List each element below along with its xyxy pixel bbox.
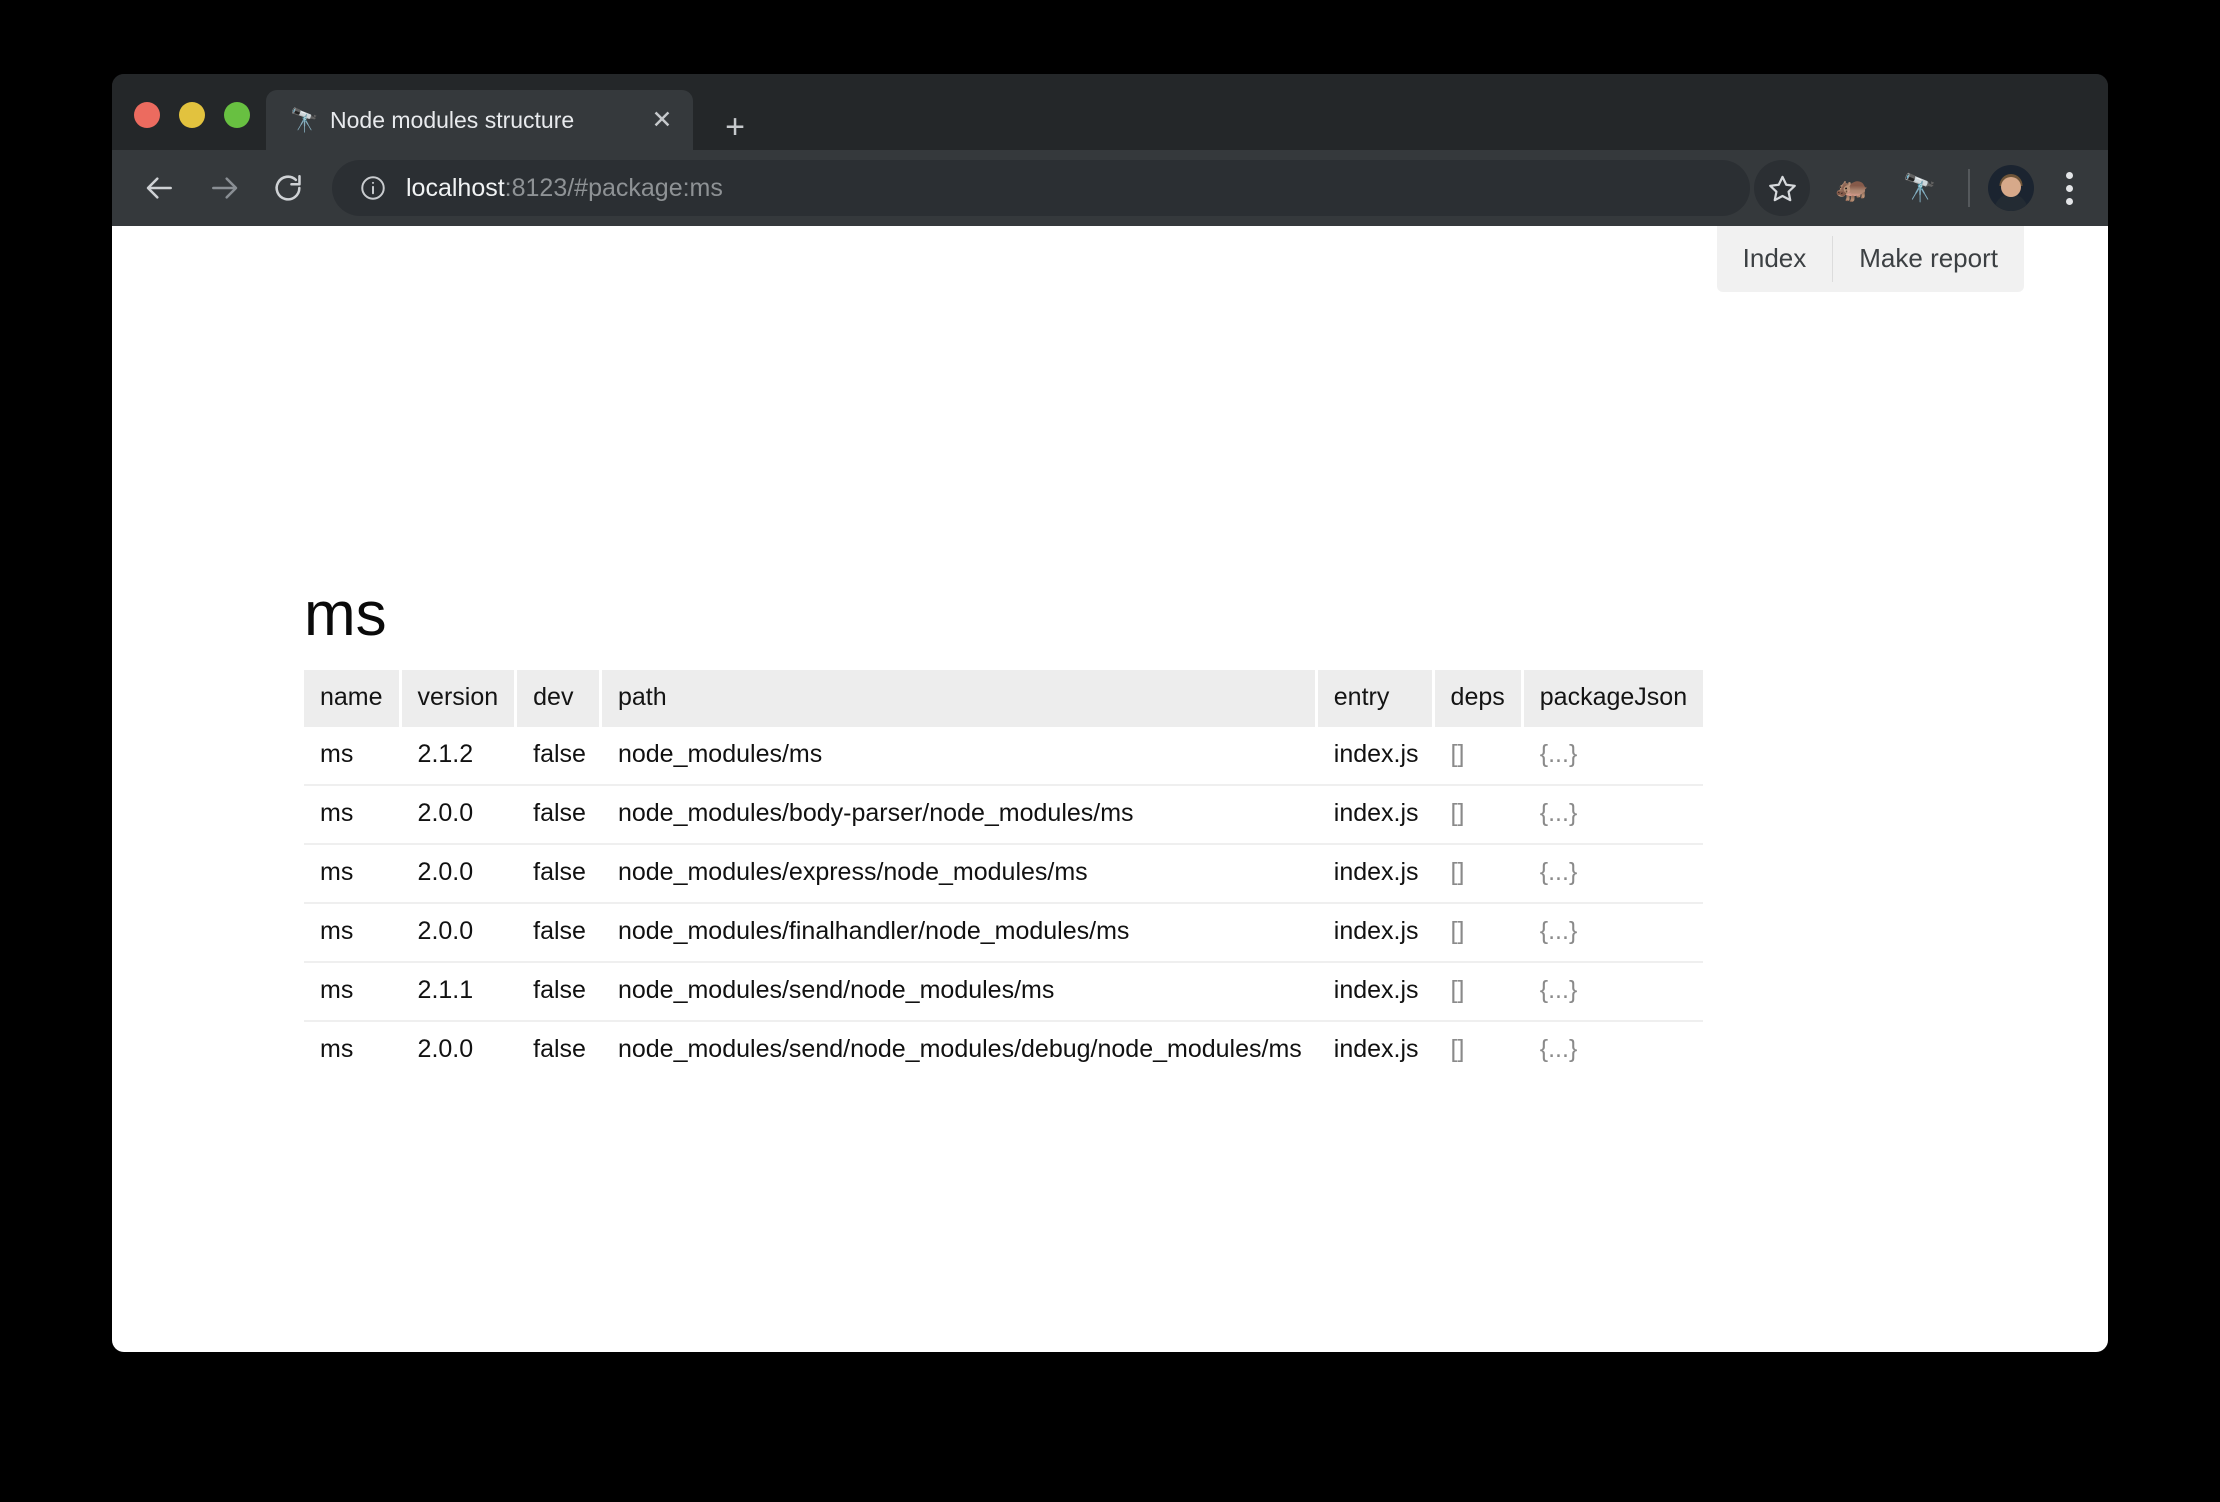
browser-toolbar: localhost:8123/#package:ms 🦛 🔭 [112,150,2108,226]
reload-icon[interactable] [262,162,314,214]
column-header-version[interactable]: version [401,670,518,727]
tab-close-icon[interactable]: ✕ [641,105,683,135]
menu-dot [2065,171,2073,179]
cell-entry: index.js [1317,963,1435,1022]
cell-deps[interactable]: [] [1434,727,1524,786]
cell-entry: index.js [1333,1035,1419,1063]
cell-dev: false [517,786,602,845]
table-row[interactable]: ms 2.1.2 false node_modules/ms index.js … [304,727,1704,786]
packages-table: name version dev path entry deps package… [304,670,1704,1079]
avatar[interactable] [1988,165,2034,211]
cell-name: ms [304,786,402,845]
table-row[interactable]: ms 2.0.0 false node_modules/send/node_mo… [304,1022,1703,1079]
cell-dev: false [517,963,602,1022]
cell-deps[interactable]: [] [1435,1022,1524,1079]
hippo-extension-icon[interactable]: 🦛 [1826,162,1878,214]
cell-package-json[interactable]: {...} [1523,963,1704,1022]
cell-dev: false [517,845,602,904]
make-report-button[interactable]: Make report [1833,226,2024,292]
three-dot-menu-icon[interactable] [2044,162,2094,214]
cell-name: ms [304,845,402,904]
browser-tab-active[interactable]: 🔭 Node modules structure ✕ [266,90,693,150]
cell-name: ms [320,1035,354,1063]
forward-icon[interactable] [198,162,250,214]
menu-dot [2065,197,2073,205]
column-header-dev[interactable]: dev [517,670,602,727]
cell-package-json[interactable]: {...} [1523,904,1704,963]
telescope-favicon-icon: 🔭 [290,106,319,133]
new-tab-button[interactable]: + [712,104,758,150]
tab-strip: 🔭 Node modules structure ✕ + [112,74,2108,150]
column-header-packagejson[interactable]: packageJson [1523,670,1704,727]
cell-version: 2.0.0 [401,786,518,845]
cell-path: node_modules/express/node_modules/ms [601,845,1318,904]
tab-title: Node modules structure [330,106,575,133]
cell-version: 2.0.0 [401,845,518,904]
page-action-bar: Index Make report [1716,226,2024,292]
cell-path: node_modules/finalhandler/node_modules/m… [601,904,1318,963]
table-row[interactable]: ms 2.1.1 false node_modules/send/node_mo… [304,963,1704,1022]
cell-path: node_modules/send/node_modules/debug/nod… [617,1035,1302,1063]
cell-path: node_modules/ms [601,727,1318,786]
cell-entry: index.js [1317,845,1435,904]
cell-entry: index.js [1317,904,1435,963]
address-bar[interactable]: localhost:8123/#package:ms [332,160,1750,216]
table-header-row: name version dev path entry deps package… [304,670,1704,727]
cell-dev: false [517,904,602,963]
cell-dev: false [533,1035,586,1063]
table-body: ms 2.1.2 false node_modules/ms index.js … [304,727,1704,1079]
cell-deps[interactable]: [] [1434,904,1524,963]
url-path: :8123/#package:ms [504,173,723,202]
column-header-entry[interactable]: entry [1317,670,1435,727]
window-minimize-button[interactable] [179,102,205,128]
column-header-deps[interactable]: deps [1434,670,1524,727]
cell-package-json[interactable]: {...} [1524,1022,1703,1079]
cell-package-json[interactable]: {...} [1523,727,1704,786]
url-host: localhost [406,173,505,202]
browser-window: 🔭 Node modules structure ✕ + localhost:8… [112,74,2108,1352]
cell-version: 2.1.2 [401,727,518,786]
cell-entry: index.js [1317,786,1435,845]
url-text: localhost:8123/#package:ms [406,174,723,203]
cell-deps[interactable]: [] [1434,845,1524,904]
cell-deps[interactable]: [] [1434,786,1524,845]
cell-path: node_modules/send/node_modules/ms [601,963,1318,1022]
telescope-extension-icon[interactable]: 🔭 [1894,162,1946,214]
cell-version: 2.0.0 [401,904,518,963]
cell-dev: false [517,727,602,786]
index-button[interactable]: Index [1717,226,1833,292]
cell-version: 2.1.1 [401,963,518,1022]
page-title: ms [304,579,387,649]
window-zoom-button[interactable] [224,102,250,128]
cell-deps[interactable]: [] [1434,963,1524,1022]
window-controls [134,102,250,128]
toolbar-divider [1968,169,1970,207]
table-header: name version dev path entry deps package… [304,670,1704,727]
column-header-path[interactable]: path [601,670,1318,727]
table-row[interactable]: ms 2.0.0 false node_modules/express/node… [304,845,1704,904]
cell-name: ms [304,727,402,786]
column-header-name[interactable]: name [304,670,402,727]
cell-entry: index.js [1317,727,1435,786]
back-icon[interactable] [134,162,186,214]
cell-version: 2.0.0 [417,1035,474,1063]
cell-package-json[interactable]: {...} [1523,786,1704,845]
menu-dot [2065,184,2073,192]
info-circle-icon[interactable] [358,173,388,203]
star-icon[interactable] [1754,160,1810,216]
cell-name: ms [304,963,402,1022]
cell-name: ms [304,904,402,963]
table-row[interactable]: ms 2.0.0 false node_modules/finalhandler… [304,904,1704,963]
page-viewport: Index Make report ms name version dev pa… [112,226,2108,1352]
avatar-face [2001,176,2021,197]
window-close-button[interactable] [134,102,160,128]
cell-package-json[interactable]: {...} [1523,845,1704,904]
cell-path: node_modules/body-parser/node_modules/ms [601,786,1318,845]
table-row[interactable]: ms 2.0.0 false node_modules/body-parser/… [304,786,1704,845]
